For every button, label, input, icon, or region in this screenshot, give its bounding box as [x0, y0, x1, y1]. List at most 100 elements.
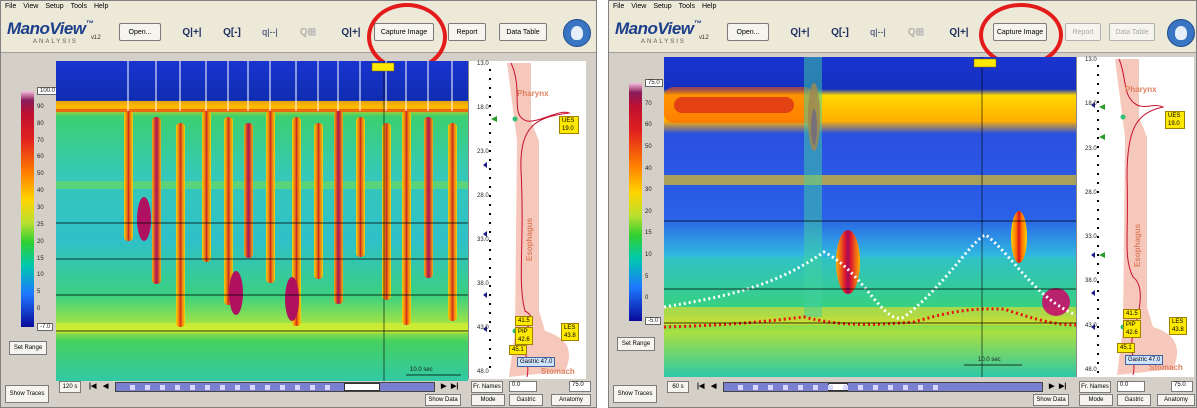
- menu-setup[interactable]: Setup: [45, 3, 63, 13]
- zoom-out-icon[interactable]: q|--|: [255, 23, 285, 41]
- interval-button[interactable]: 120 s: [59, 381, 81, 393]
- last-page-icon[interactable]: ▶|: [1059, 382, 1066, 390]
- pip-marker[interactable]: PIP 42.6: [1123, 320, 1141, 338]
- show-data-button[interactable]: Show Data: [425, 394, 461, 406]
- menu-view[interactable]: View: [631, 3, 646, 13]
- marker-45-1[interactable]: 45.1: [1117, 343, 1135, 353]
- zoom-in-x-icon[interactable]: Q[-]: [825, 23, 855, 41]
- menu-help[interactable]: Help: [94, 3, 108, 13]
- timeline-scrollbar[interactable]: [115, 382, 435, 392]
- zoom-out-icon[interactable]: q|--|: [863, 23, 893, 41]
- range-end-field[interactable]: 75.0: [1171, 381, 1193, 392]
- zoom-in-both-icon[interactable]: Q|+|: [785, 23, 815, 41]
- timeline-segment[interactable]: [768, 385, 773, 390]
- timeline-segment[interactable]: [798, 385, 803, 390]
- pressure-topography-plot[interactable]: 10.0 sec: [56, 61, 468, 387]
- set-range-button[interactable]: Set Range: [617, 337, 655, 351]
- ues-marker[interactable]: UES 19.0: [559, 116, 579, 134]
- timeline-segment[interactable]: [250, 385, 255, 390]
- timeline-segment[interactable]: [190, 385, 195, 390]
- timeline-scrollbar[interactable]: [723, 382, 1043, 392]
- pip-marker[interactable]: PIP 42.6: [515, 327, 533, 345]
- scale-tick[interactable]: 100.0: [37, 87, 59, 95]
- menu-setup[interactable]: Setup: [653, 3, 671, 13]
- data-table-button[interactable]: Data Table: [499, 23, 547, 41]
- timeline-segment[interactable]: [933, 385, 938, 390]
- mode-button[interactable]: Mode: [1079, 394, 1113, 406]
- first-page-icon[interactable]: |◀: [697, 382, 704, 390]
- show-data-button[interactable]: Show Data: [1033, 394, 1069, 406]
- show-traces-button[interactable]: Show Traces: [613, 385, 657, 403]
- timeline-segment[interactable]: [280, 385, 285, 390]
- les-marker[interactable]: LES 43.8: [561, 323, 579, 341]
- show-traces-button[interactable]: Show Traces: [5, 385, 49, 403]
- timeline-segment[interactable]: [205, 385, 210, 390]
- anatomy-button[interactable]: Anatomy: [1157, 394, 1195, 406]
- frame-names-button[interactable]: Fr. Names: [1079, 381, 1111, 393]
- range-start-field[interactable]: 0.0: [509, 381, 537, 392]
- timeline-segment[interactable]: [145, 385, 150, 390]
- range-start-field[interactable]: 0.0: [1117, 381, 1145, 392]
- gastric-marker[interactable]: Gastric 47.0: [1125, 355, 1164, 365]
- timeline-segment[interactable]: [130, 385, 135, 390]
- timeline-segment[interactable]: [325, 385, 330, 390]
- scale-tick[interactable]: -5.0: [645, 317, 662, 325]
- mode-button[interactable]: Mode: [471, 394, 505, 406]
- zoom-y-icon[interactable]: Q|+|: [944, 23, 974, 41]
- marker-45-1[interactable]: 45.1: [509, 345, 527, 355]
- timeline-segment[interactable]: [813, 385, 818, 390]
- timeline-segment[interactable]: [235, 385, 240, 390]
- timeline-segment[interactable]: [783, 385, 788, 390]
- timeline-segment[interactable]: [903, 385, 908, 390]
- interval-button[interactable]: 60 s: [667, 381, 689, 393]
- gastric-marker[interactable]: Gastric 47.0: [517, 357, 556, 367]
- timeline-segment[interactable]: [873, 385, 878, 390]
- open-button[interactable]: Open...: [727, 23, 769, 41]
- scale-tick[interactable]: 75.0: [645, 79, 663, 87]
- timeline-segment[interactable]: [265, 385, 270, 390]
- timeline-segment[interactable]: [295, 385, 300, 390]
- timeline-segment[interactable]: [310, 385, 315, 390]
- timeline-segment[interactable]: [220, 385, 225, 390]
- anatomy-button[interactable]: Anatomy: [551, 394, 591, 406]
- menu-file[interactable]: File: [613, 3, 624, 13]
- menu-view[interactable]: View: [23, 3, 38, 13]
- zoom-in-x-icon[interactable]: Q[-]: [217, 23, 247, 41]
- menu-help[interactable]: Help: [702, 3, 716, 13]
- menu-tools[interactable]: Tools: [71, 3, 87, 13]
- timeline-segment[interactable]: [888, 385, 893, 390]
- prev-page-icon[interactable]: ◀: [103, 382, 108, 390]
- timeline-segment[interactable]: [858, 385, 863, 390]
- frame-names-button[interactable]: Fr. Names: [471, 381, 503, 393]
- ues-marker[interactable]: UES 19.0: [1165, 111, 1185, 129]
- pressure-topography-plot[interactable]: 10.0 sec: [664, 57, 1076, 377]
- prev-page-icon[interactable]: ◀: [711, 382, 716, 390]
- timeline-segment[interactable]: [753, 385, 758, 390]
- first-page-icon[interactable]: |◀: [89, 382, 96, 390]
- gastric-button[interactable]: Gastric: [1117, 394, 1151, 406]
- timeline-segment[interactable]: [918, 385, 923, 390]
- les-marker[interactable]: LES 43.8: [1169, 317, 1187, 335]
- report-button[interactable]: Report: [448, 23, 486, 41]
- timeline-thumb[interactable]: [344, 383, 380, 391]
- next-page-icon[interactable]: ▶: [1049, 382, 1054, 390]
- zoom-y-icon[interactable]: Q|+|: [336, 23, 366, 41]
- marker-41-5[interactable]: 41.5: [515, 316, 533, 326]
- scale-tick[interactable]: -7.0: [37, 323, 54, 331]
- set-range-button[interactable]: Set Range: [9, 341, 47, 355]
- menu-file[interactable]: File: [5, 3, 16, 13]
- open-button[interactable]: Open...: [119, 23, 161, 41]
- timeline-segment[interactable]: [738, 385, 743, 390]
- range-end-field[interactable]: 75.0: [569, 381, 591, 392]
- high-pressure-zone: [229, 271, 243, 315]
- marker-41-5[interactable]: 41.5: [1123, 309, 1141, 319]
- zoom-in-both-icon[interactable]: Q|+|: [177, 23, 207, 41]
- timeline-segment[interactable]: [828, 385, 833, 390]
- timeline-segment[interactable]: [843, 385, 848, 390]
- timeline-segment[interactable]: [160, 385, 165, 390]
- gastric-button[interactable]: Gastric: [509, 394, 543, 406]
- menu-tools[interactable]: Tools: [679, 3, 695, 13]
- last-page-icon[interactable]: ▶|: [451, 382, 458, 390]
- timeline-segment[interactable]: [175, 385, 180, 390]
- next-page-icon[interactable]: ▶: [441, 382, 446, 390]
